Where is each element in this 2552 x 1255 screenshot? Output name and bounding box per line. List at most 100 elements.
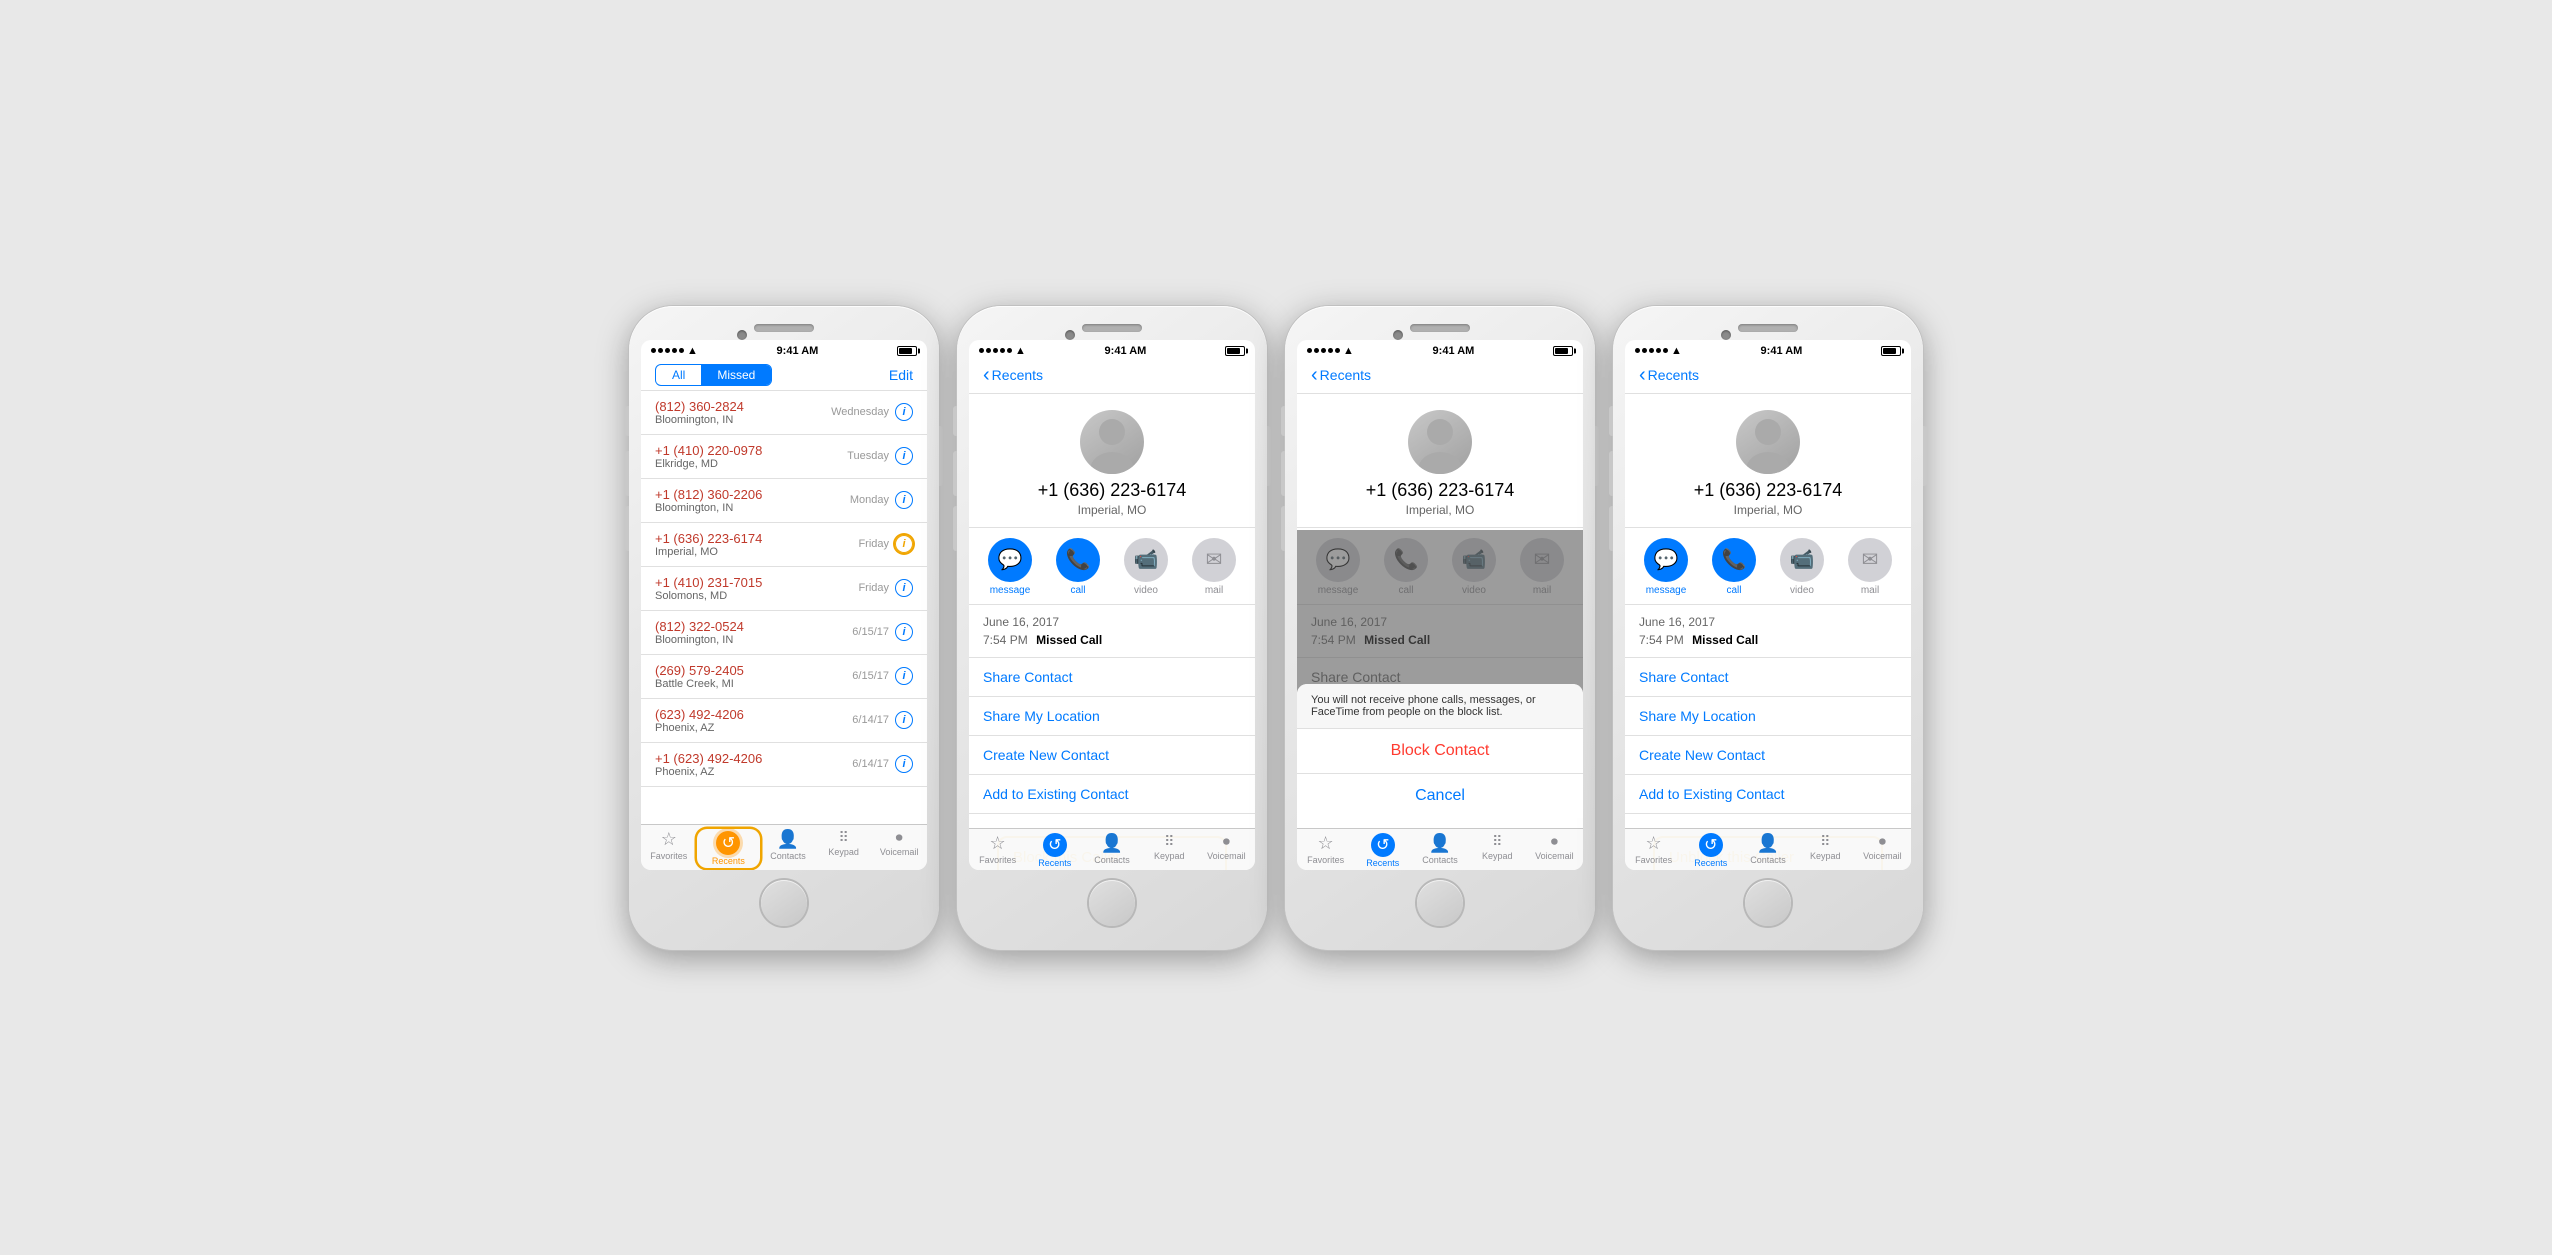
add-existing-btn-4[interactable]: Add to Existing Contact: [1625, 775, 1911, 814]
call-log-time-2: 7:54 PM: [983, 633, 1028, 647]
message-btn-2[interactable]: 💬 message: [986, 538, 1034, 596]
info-btn-4[interactable]: i: [895, 579, 913, 597]
phone-1-home[interactable]: [761, 880, 807, 926]
tab-voicemail-4[interactable]: ⏺ Voicemail: [1854, 833, 1911, 868]
recent-date-3: Friday: [858, 538, 889, 550]
info-btn-0[interactable]: i: [895, 403, 913, 421]
tab-contacts-4[interactable]: 👤 Contacts: [1739, 833, 1796, 868]
tab-voicemail-2[interactable]: ⏺ Voicemail: [1198, 833, 1255, 868]
call-label-4: call: [1726, 585, 1741, 596]
share-contact-btn-2[interactable]: Share Contact: [969, 658, 1255, 697]
missed-filter-btn[interactable]: Missed: [701, 365, 771, 385]
call-btn-2[interactable]: 📞 call: [1054, 538, 1102, 596]
info-btn-5[interactable]: i: [895, 623, 913, 641]
tab-favorites-4[interactable]: ☆ Favorites: [1625, 833, 1682, 868]
share-contact-btn-4[interactable]: Share Contact: [1625, 658, 1911, 697]
create-contact-btn-2[interactable]: Create New Contact: [969, 736, 1255, 775]
cancel-btn-3[interactable]: Cancel: [1297, 774, 1583, 818]
tab-recents-3[interactable]: ↺ Recents: [1354, 833, 1411, 868]
edit-btn-1[interactable]: Edit: [889, 367, 913, 383]
info-btn-3-highlighted[interactable]: i: [895, 535, 913, 553]
mail-btn-4[interactable]: ✉ mail: [1846, 538, 1894, 596]
tab-recents-1[interactable]: ↺ Recents: [697, 829, 761, 868]
call-btn-4[interactable]: 📞 call: [1710, 538, 1758, 596]
signal-dots-2: [979, 348, 1012, 353]
contacts-icon-2: 👤: [1101, 833, 1123, 854]
recent-item-0[interactable]: (812) 360-2824 Bloomington, IN Wednesday…: [641, 391, 927, 435]
tab-recents-4[interactable]: ↺ Recents: [1682, 833, 1739, 868]
recent-item-3[interactable]: +1 (636) 223-6174 Imperial, MO Friday i: [641, 523, 927, 567]
recent-item-6[interactable]: (269) 579-2405 Battle Creek, MI 6/15/17 …: [641, 655, 927, 699]
create-contact-btn-4[interactable]: Create New Contact: [1625, 736, 1911, 775]
tab-favorites-1[interactable]: ☆ Favorites: [641, 829, 697, 868]
avatar-2: [1080, 410, 1144, 474]
mail-btn-2[interactable]: ✉ mail: [1190, 538, 1238, 596]
phone-3-camera: [1393, 330, 1403, 340]
filter-segmented[interactable]: All Missed: [655, 364, 772, 386]
recent-date-7: 6/14/17: [852, 714, 889, 726]
recent-name-6: (269) 579-2405: [655, 663, 744, 678]
tab-keypad-2[interactable]: ⠿ Keypad: [1141, 833, 1198, 868]
info-btn-8[interactable]: i: [895, 755, 913, 773]
back-btn-4[interactable]: ‹ Recents: [1639, 364, 1699, 387]
phone-3: ▲ 9:41 AM ‹ Recents: [1285, 306, 1595, 950]
recent-date-1: Tuesday: [847, 450, 889, 462]
back-label-4: Recents: [1648, 367, 1699, 383]
share-location-btn-4[interactable]: Share My Location: [1625, 697, 1911, 736]
recents-list-1: (812) 360-2824 Bloomington, IN Wednesday…: [641, 391, 927, 791]
contact-location-2: Imperial, MO: [1078, 503, 1147, 517]
video-btn-2[interactable]: 📹 video: [1122, 538, 1170, 596]
share-location-btn-2[interactable]: Share My Location: [969, 697, 1255, 736]
phone-3-home[interactable]: [1417, 880, 1463, 926]
recent-date-8: 6/14/17: [852, 758, 889, 770]
recent-item-5[interactable]: (812) 322-0524 Bloomington, IN 6/15/17 i: [641, 611, 927, 655]
info-btn-6[interactable]: i: [895, 667, 913, 685]
tab-keypad-4[interactable]: ⠿ Keypad: [1797, 833, 1854, 868]
message-label-2: message: [990, 585, 1031, 596]
info-btn-2[interactable]: i: [895, 491, 913, 509]
dot2: [658, 348, 663, 353]
recent-item-7[interactable]: (623) 492-4206 Phoenix, AZ 6/14/17 i: [641, 699, 927, 743]
video-btn-4[interactable]: 📹 video: [1778, 538, 1826, 596]
phone-2-home[interactable]: [1089, 880, 1135, 926]
tab-voicemail-1[interactable]: ⏺ Voicemail: [871, 829, 927, 868]
battery-fill-3: [1555, 348, 1568, 354]
voicemail-label-4: Voicemail: [1863, 851, 1902, 861]
voicemail-icon-1: ⏺: [896, 829, 903, 846]
tab-voicemail-3[interactable]: ⏺ Voicemail: [1526, 833, 1583, 868]
message-btn-4[interactable]: 💬 message: [1642, 538, 1690, 596]
info-btn-7[interactable]: i: [895, 711, 913, 729]
back-btn-2[interactable]: ‹ Recents: [983, 364, 1043, 387]
block-contact-btn-3[interactable]: Block Contact: [1297, 729, 1583, 774]
call-log-status-4: Missed Call: [1692, 633, 1758, 647]
contact-phone-2: +1 (636) 223-6174: [1038, 480, 1187, 501]
phone-4-home[interactable]: [1745, 880, 1791, 926]
signal-icons-1: ▲: [651, 345, 698, 357]
dot1: [1307, 348, 1312, 353]
phone-3-speaker: [1410, 324, 1470, 332]
tab-keypad-1[interactable]: ⠿ Keypad: [816, 829, 872, 868]
recent-item-2[interactable]: +1 (812) 360-2206 Bloomington, IN Monday…: [641, 479, 927, 523]
mail-icon-4: ✉: [1848, 538, 1892, 582]
tab-contacts-2[interactable]: 👤 Contacts: [1083, 833, 1140, 868]
message-icon-2: 💬: [988, 538, 1032, 582]
all-filter-btn[interactable]: All: [656, 365, 701, 385]
avatar-4: [1736, 410, 1800, 474]
recent-item-1[interactable]: +1 (410) 220-0978 Elkridge, MD Tuesday i: [641, 435, 927, 479]
info-btn-1[interactable]: i: [895, 447, 913, 465]
add-existing-btn-2[interactable]: Add to Existing Contact: [969, 775, 1255, 814]
recent-item-8[interactable]: +1 (623) 492-4206 Phoenix, AZ 6/14/17 i: [641, 743, 927, 787]
tab-favorites-2[interactable]: ☆ Favorites: [969, 833, 1026, 868]
dot3: [1649, 348, 1654, 353]
tab-keypad-3[interactable]: ⠿ Keypad: [1469, 833, 1526, 868]
recent-item-4[interactable]: +1 (410) 231-7015 Solomons, MD Friday i: [641, 567, 927, 611]
tab-favorites-3[interactable]: ☆ Favorites: [1297, 833, 1354, 868]
phone-1-vol-down-btn: [625, 506, 629, 551]
tab-contacts-3[interactable]: 👤 Contacts: [1411, 833, 1468, 868]
recent-right-1: Tuesday i: [847, 447, 913, 465]
back-btn-3[interactable]: ‹ Recents: [1311, 364, 1371, 387]
recent-name-5: (812) 322-0524: [655, 619, 744, 634]
tab-recents-2[interactable]: ↺ Recents: [1026, 833, 1083, 868]
recent-item-9[interactable]: (440) 406-1302 Elyria, OH 6/14/17 i: [641, 787, 927, 791]
tab-contacts-1[interactable]: 👤 Contacts: [760, 829, 816, 868]
